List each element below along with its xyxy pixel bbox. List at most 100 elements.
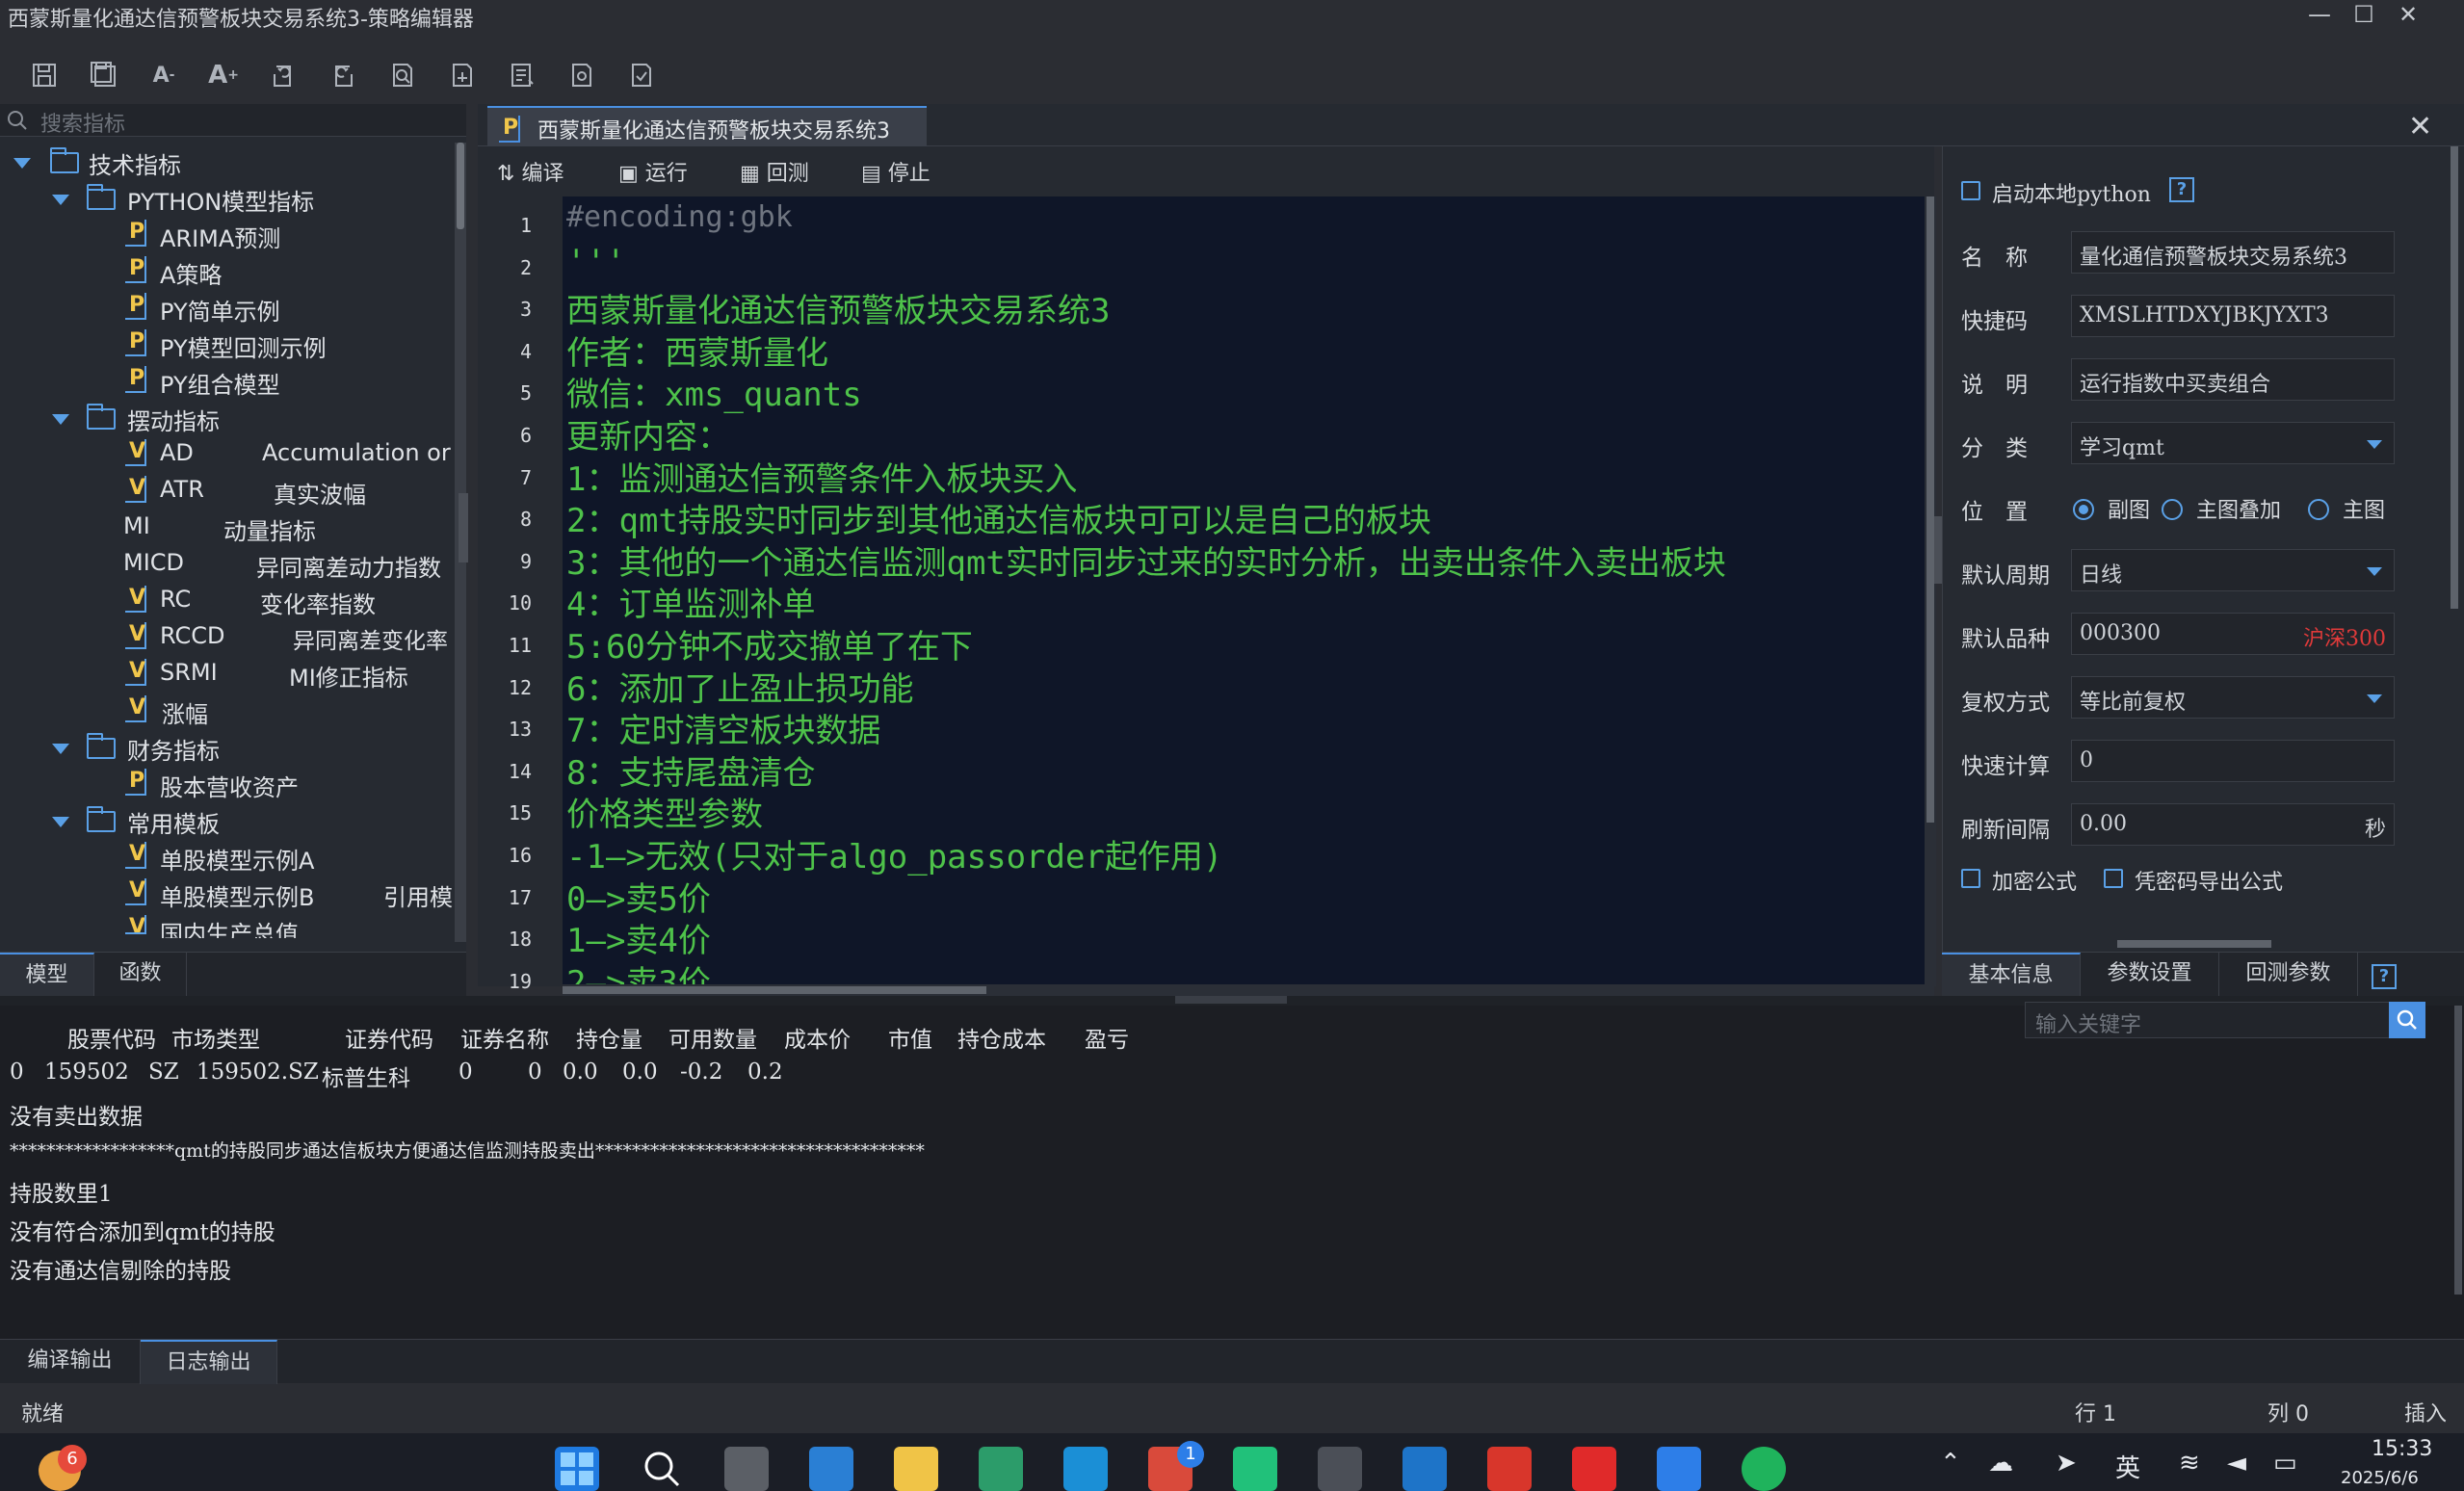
radio-main[interactable]	[2308, 499, 2329, 520]
tree-item[interactable]: 国内生产总值	[160, 915, 299, 938]
code-vscrollbar[interactable]	[1925, 196, 1936, 986]
tree-item[interactable]: RC	[160, 586, 191, 613]
browser-icon[interactable]	[1063, 1447, 1108, 1491]
help-icon[interactable]: ?	[2372, 964, 2397, 989]
tree-item[interactable]: A策略	[160, 256, 222, 290]
tree-item[interactable]: PY简单示例	[160, 293, 280, 327]
symbol-field[interactable]: 000300 沪深300	[2071, 613, 2395, 655]
wps-icon[interactable]	[1487, 1447, 1532, 1491]
qmt-icon[interactable]	[1657, 1447, 1701, 1491]
radio-subchart[interactable]	[2073, 499, 2094, 520]
panel-collapse-handle[interactable]	[459, 493, 468, 562]
output-scrollbar[interactable]	[2452, 1006, 2464, 1339]
adjust-select[interactable]: 等比前复权	[2071, 676, 2395, 719]
tree-node-root[interactable]: 技术指标	[89, 146, 181, 180]
tree-item[interactable]: AD	[160, 439, 194, 466]
tree-node-finance[interactable]: 财务指标	[127, 732, 220, 766]
local-python-checkbox[interactable]	[1961, 181, 1980, 200]
tab-functions[interactable]: 函数	[94, 953, 187, 997]
search-icon[interactable]	[640, 1447, 684, 1491]
messenger-icon[interactable]	[1233, 1447, 1277, 1491]
name-field[interactable]: 量化通信预警板块交易系统3	[2071, 231, 2395, 274]
output-search-input[interactable]: 输入关键字	[2025, 1002, 2425, 1038]
wechat-icon[interactable]	[1742, 1447, 1786, 1491]
expand-arrow-icon[interactable]	[52, 817, 69, 827]
volume-icon[interactable]: ◄	[2227, 1449, 2246, 1478]
task-view-icon[interactable]	[724, 1447, 769, 1491]
close-window-button[interactable]: ✕	[2387, 0, 2429, 32]
tree-item[interactable]: ATR	[160, 476, 204, 503]
scroll-thumb[interactable]	[1927, 196, 1934, 823]
tree-item[interactable]: MI	[123, 512, 150, 539]
shortcut-field[interactable]: XMSLHTDXYJBKJYXT3	[2071, 295, 2395, 337]
period-select[interactable]: 日线	[2071, 549, 2395, 591]
tree-item[interactable]: MICD	[123, 549, 184, 576]
scroll-thumb[interactable]	[457, 143, 464, 229]
scroll-thumb[interactable]	[2117, 940, 2271, 948]
expand-arrow-icon[interactable]	[52, 195, 69, 205]
clock-time[interactable]: 15:33	[2372, 1437, 2432, 1461]
tree-item[interactable]: 单股模型示例A	[160, 842, 314, 876]
input-language[interactable]: 英	[2115, 1449, 2140, 1484]
refresh-field[interactable]: 0.00 秒	[2071, 803, 2395, 846]
indicator-search-input[interactable]: 搜索指标	[0, 104, 466, 137]
redo-icon[interactable]	[326, 58, 360, 92]
clock-date[interactable]: 2025/6/6	[2341, 1468, 2419, 1489]
run-button[interactable]: ▣ 运行	[618, 156, 688, 187]
import-icon[interactable]	[505, 58, 539, 92]
export-password-checkbox[interactable]	[2104, 869, 2123, 888]
minimize-button[interactable]: —	[2298, 0, 2341, 32]
category-select[interactable]: 学习qmt	[2071, 422, 2395, 464]
code-hscrollbar[interactable]	[563, 984, 1934, 996]
editor-tab[interactable]: P 西蒙斯量化通达信预警板块交易系统3	[487, 106, 927, 146]
splitter-handle[interactable]	[1175, 996, 1287, 1004]
tree-node-templates[interactable]: 常用模板	[127, 805, 220, 839]
font-decrease-icon[interactable]: A-	[146, 58, 181, 92]
send-icon[interactable]: ➤	[2056, 1449, 2077, 1478]
tree-item[interactable]: PY模型回测示例	[160, 329, 327, 363]
undo-icon[interactable]	[266, 58, 301, 92]
encrypt-checkbox[interactable]	[1961, 869, 1980, 888]
tab-backtest-params[interactable]: 回测参数	[2219, 953, 2358, 997]
output-search-button[interactable]	[2389, 1002, 2425, 1038]
scroll-thumb[interactable]	[2454, 1006, 2462, 1295]
tab-param-settings[interactable]: 参数设置	[2081, 953, 2219, 997]
compile-button[interactable]: ⇅ 编译	[497, 156, 564, 187]
close-editor-icon[interactable]: ✕	[2408, 110, 2432, 144]
start-icon[interactable]	[555, 1447, 599, 1491]
props-hscrollbar[interactable]	[1942, 938, 2449, 950]
settings-doc-icon[interactable]	[564, 58, 599, 92]
save-icon[interactable]	[27, 58, 62, 92]
tree-item[interactable]: RCCD	[160, 622, 224, 649]
outlook-icon[interactable]	[1402, 1447, 1447, 1491]
verify-doc-icon[interactable]	[624, 58, 659, 92]
tab-log-output[interactable]: 日志输出	[141, 1340, 277, 1384]
tree-item[interactable]: ARIMA预测	[160, 220, 280, 253]
scroll-thumb[interactable]	[563, 986, 986, 994]
tab-model[interactable]: 模型	[0, 953, 94, 997]
file-explorer-icon[interactable]	[894, 1447, 938, 1491]
description-field[interactable]: 运行指数中买卖组合	[2071, 358, 2395, 401]
tree-node-python[interactable]: PYTHON模型指标	[127, 183, 314, 217]
expand-arrow-icon[interactable]	[13, 158, 31, 169]
find-icon[interactable]	[385, 58, 420, 92]
code-editor[interactable]: #encoding:gbk ''' 西蒙斯量化通达信预警板块交易系统3 作者：西蒙斯量…	[563, 196, 1925, 986]
battery-icon[interactable]: ▭	[2273, 1449, 2297, 1478]
radio-main-overlay[interactable]	[2162, 499, 2183, 520]
chevron-up-icon[interactable]: ⌃	[1940, 1449, 1961, 1478]
tree-item[interactable]: 单股模型示例B	[160, 878, 314, 912]
backtest-button[interactable]: ▦ 回测	[740, 156, 809, 187]
expand-arrow-icon[interactable]	[52, 414, 69, 425]
tree-item[interactable]: 涨幅	[162, 695, 208, 729]
edge-icon[interactable]	[979, 1447, 1023, 1491]
font-increase-icon[interactable]: A +	[206, 58, 241, 92]
cloud-icon[interactable]: ☁	[1988, 1449, 2013, 1478]
stop-button[interactable]: ▤ 停止	[861, 156, 931, 187]
tree-item[interactable]: PY组合模型	[160, 366, 280, 400]
tab-compile-output[interactable]: 编译输出	[0, 1340, 141, 1384]
tab-basic-info[interactable]: 基本信息	[1942, 953, 2081, 997]
maximize-button[interactable]: ☐	[2343, 0, 2385, 32]
scroll-thumb[interactable]	[2451, 146, 2458, 609]
wifi-icon[interactable]: ≋	[2179, 1449, 2200, 1478]
tree-item[interactable]: SRMI	[160, 659, 218, 686]
